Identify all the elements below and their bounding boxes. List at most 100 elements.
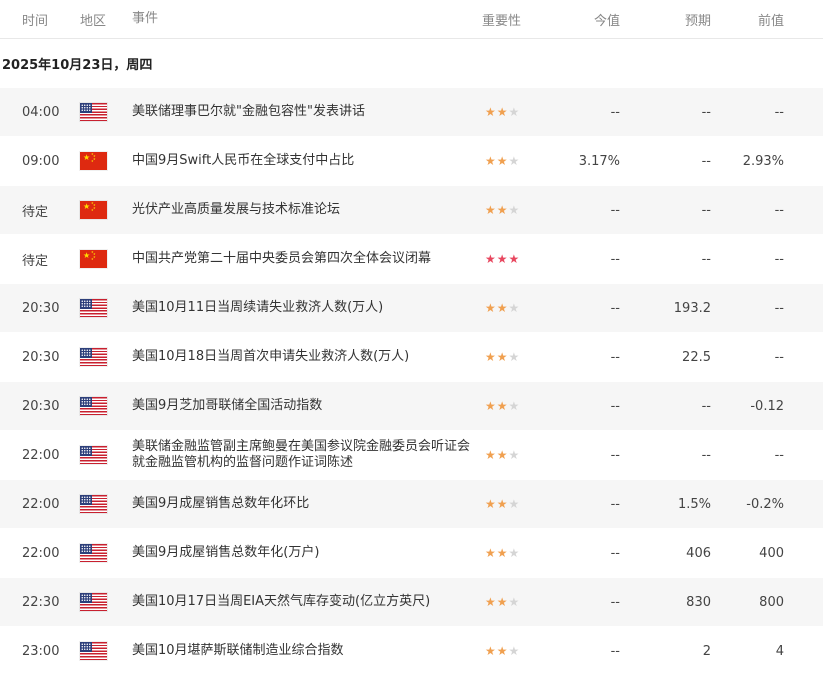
- event-title[interactable]: 中国9月Swift人民币在全球支付中占比: [132, 153, 477, 169]
- importance-rating: ★ ★ ★: [477, 252, 550, 267]
- star-icon: ★: [508, 545, 520, 560]
- table-row[interactable]: 22:00 美国9月成屋销售总数年化(万户) ★ ★ ★ -- 406 400: [0, 528, 823, 577]
- star-icon: ★: [508, 594, 520, 609]
- star-icon: ★: [485, 594, 496, 609]
- region-cell: ★ ★ ★ ★ ★: [80, 250, 132, 268]
- event-time: 04:00: [22, 104, 60, 120]
- event-time: 20:30: [22, 300, 60, 316]
- star-icon: ★: [508, 349, 520, 364]
- star-icon: ★: [485, 153, 496, 168]
- star-icon: ★: [485, 300, 496, 315]
- forecast-value: --: [701, 251, 711, 267]
- table-row[interactable]: 待定 ★ ★ ★ ★ ★ 光伏产业高质量发展与技术标准论坛 ★ ★ ★ -- -- --: [0, 185, 823, 234]
- event-title[interactable]: 美国9月成屋销售总数年化环比: [132, 496, 477, 512]
- star-icon: ★: [485, 447, 496, 462]
- header-importance: 重要性: [482, 13, 522, 29]
- us-flag-icon: [80, 103, 107, 121]
- event-time: 待定: [22, 253, 49, 269]
- star-icon: ★: [508, 643, 520, 658]
- table-row[interactable]: 20:30 美国10月18日当周首次申请失业救济人数(万人) ★ ★ ★ -- 22.5 --: [0, 332, 823, 381]
- event-time: 22:30: [22, 594, 60, 610]
- event-title[interactable]: 美联储理事巴尔就"金融包容性"发表讲话: [132, 104, 477, 120]
- importance-rating: ★ ★ ★: [477, 154, 550, 169]
- event-title[interactable]: 光伏产业高质量发展与技术标准论坛: [132, 202, 477, 218]
- previous-value: --: [774, 251, 784, 267]
- table-row[interactable]: 22:00 美联储金融监管副主席鲍曼在美国参议院金融委员会听证会就金融监管机构的监…: [0, 430, 823, 479]
- previous-value: 800: [759, 594, 784, 610]
- star-icon: ★: [508, 251, 520, 266]
- star-icon: ★: [496, 104, 508, 119]
- date-label: 2025年10月23日，周四: [2, 57, 153, 73]
- region-cell: [80, 642, 132, 660]
- table-row[interactable]: 22:00 美国9月成屋销售总数年化环比 ★ ★ ★ -- 1.5% -0.2%: [0, 479, 823, 528]
- event-title[interactable]: 美联储金融监管副主席鲍曼在美国参议院金融委员会听证会就金融监管机构的监督问题作证…: [132, 439, 477, 471]
- star-icon: ★: [496, 496, 508, 511]
- event-title[interactable]: 美国9月成屋销售总数年化(万户): [132, 545, 477, 561]
- event-list: 04:00 美联储理事巴尔就"金融包容性"发表讲话 ★ ★ ★ -- -- -- 09:00 ★ ★…: [0, 87, 823, 675]
- region-cell: [80, 495, 132, 513]
- forecast-value: 1.5%: [677, 496, 711, 512]
- event-time: 待定: [22, 204, 49, 220]
- previous-value: --: [774, 202, 784, 218]
- previous-value: --: [774, 349, 784, 365]
- forecast-value: 2: [702, 643, 711, 659]
- region-cell: [80, 593, 132, 611]
- cn-flag-icon: ★ ★ ★ ★ ★: [80, 201, 107, 219]
- region-cell: [80, 299, 132, 317]
- star-icon: ★: [485, 398, 496, 413]
- us-flag-icon: [80, 495, 107, 513]
- header-region: 地区: [80, 13, 107, 29]
- event-time: 22:00: [22, 545, 60, 561]
- forecast-value: 830: [686, 594, 711, 610]
- importance-rating: ★ ★ ★: [477, 301, 550, 316]
- table-row[interactable]: 20:30 美国9月芝加哥联储全国活动指数 ★ ★ ★ -- -- -0.12: [0, 381, 823, 430]
- event-title[interactable]: 美国10月18日当周首次申请失业救济人数(万人): [132, 349, 477, 365]
- table-header: 时间 地区 事件 重要性 今值 预期 前值: [0, 0, 823, 39]
- table-row[interactable]: 待定 ★ ★ ★ ★ ★ 中国共产党第二十届中央委员会第四次全体会议闭幕 ★ ★ ★ -- -- --: [0, 234, 823, 283]
- importance-rating: ★ ★ ★: [477, 350, 550, 365]
- table-row[interactable]: 22:30 美国10月17日当周EIA天然气库存变动(亿立方英尺) ★ ★ ★ -- 830…: [0, 577, 823, 626]
- importance-rating: ★ ★ ★: [477, 644, 550, 659]
- star-icon: ★: [496, 300, 508, 315]
- previous-value: 400: [759, 545, 784, 561]
- table-row[interactable]: 23:00 美国10月堪萨斯联储制造业综合指数 ★ ★ ★ -- 2 4: [0, 626, 823, 675]
- importance-rating: ★ ★ ★: [477, 595, 550, 610]
- star-icon: ★: [496, 153, 508, 168]
- table-row[interactable]: 20:30 美国10月11日当周续请失业救济人数(万人) ★ ★ ★ -- 193.2 --: [0, 283, 823, 332]
- event-title[interactable]: 中国共产党第二十届中央委员会第四次全体会议闭幕: [132, 251, 477, 267]
- event-title[interactable]: 美国9月芝加哥联储全国活动指数: [132, 398, 477, 414]
- forecast-value: --: [701, 153, 711, 169]
- us-flag-icon: [80, 446, 107, 464]
- forecast-value: --: [701, 398, 711, 414]
- importance-rating: ★ ★ ★: [477, 448, 550, 463]
- previous-value: -0.2%: [746, 496, 784, 512]
- region-cell: [80, 348, 132, 366]
- previous-value: --: [774, 300, 784, 316]
- table-row[interactable]: 04:00 美联储理事巴尔就"金融包容性"发表讲话 ★ ★ ★ -- -- --: [0, 87, 823, 136]
- forecast-value: --: [701, 447, 711, 463]
- previous-value: 4: [775, 643, 784, 659]
- actual-value: --: [610, 643, 620, 659]
- forecast-value: 406: [686, 545, 711, 561]
- star-icon: ★: [485, 545, 496, 560]
- region-cell: [80, 397, 132, 415]
- importance-rating: ★ ★ ★: [477, 105, 550, 120]
- cn-flag-icon: ★ ★ ★ ★ ★: [80, 250, 107, 268]
- star-icon: ★: [485, 104, 496, 119]
- star-icon: ★: [485, 643, 496, 658]
- region-cell: ★ ★ ★ ★ ★: [80, 152, 132, 170]
- event-title[interactable]: 美国10月堪萨斯联储制造业综合指数: [132, 643, 477, 659]
- header-time: 时间: [22, 13, 49, 29]
- actual-value: --: [610, 545, 620, 561]
- event-time: 20:30: [22, 349, 60, 365]
- table-row[interactable]: 09:00 ★ ★ ★ ★ ★ 中国9月Swift人民币在全球支付中占比 ★ ★ ★ 3.17% --…: [0, 136, 823, 185]
- star-icon: ★: [496, 349, 508, 364]
- event-title[interactable]: 美国10月17日当周EIA天然气库存变动(亿立方英尺): [132, 594, 477, 610]
- previous-value: -0.12: [750, 398, 784, 414]
- forecast-value: 193.2: [673, 300, 711, 316]
- event-title[interactable]: 美国10月11日当周续请失业救济人数(万人): [132, 300, 477, 316]
- us-flag-icon: [80, 397, 107, 415]
- economic-calendar-table: 时间 地区 事件 重要性 今值 预期 前值 2025年10月23日，周四 04:…: [0, 0, 823, 675]
- star-icon: ★: [496, 545, 508, 560]
- us-flag-icon: [80, 299, 107, 317]
